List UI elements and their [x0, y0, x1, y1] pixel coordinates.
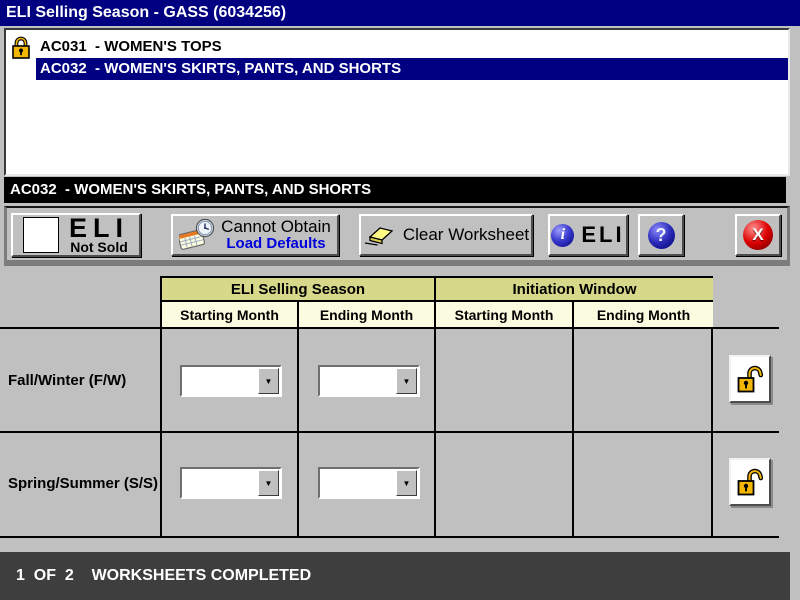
grid-line: [160, 329, 162, 536]
grid-line: [0, 536, 779, 538]
eli-not-sold-button[interactable]: ELI Not Sold: [11, 213, 141, 257]
list-item-ac032[interactable]: AC032 - WOMEN'S SKIRTS, PANTS, AND SHORT…: [6, 58, 788, 80]
row-label-fall-winter: Fall/Winter (F/W): [8, 372, 127, 389]
clear-worksheet-label: Clear Worksheet: [402, 225, 530, 244]
grid-line: [297, 329, 299, 536]
ss-row-lock-button[interactable]: [729, 458, 771, 506]
grid-line: [711, 329, 713, 536]
toolbar: ELI Not Sold Cannot Obtain Load Defaults…: [4, 206, 790, 266]
column-header-init-ending-month: Ending Month: [574, 302, 713, 327]
question-sphere-icon: ?: [647, 221, 675, 249]
cannot-obtain-button[interactable]: Cannot Obtain Load Defaults: [171, 214, 339, 256]
closed-padlock-icon: [6, 36, 36, 59]
clear-worksheet-button[interactable]: Clear Worksheet: [359, 214, 533, 256]
cannot-obtain-line2: Load Defaults: [226, 235, 326, 252]
open-padlock-icon: [737, 365, 764, 394]
window-title: ELI Selling Season - GASS (6034256): [0, 0, 800, 26]
row-label-spring-summer: Spring/Summer (S/S): [8, 475, 159, 492]
eli-not-sold-line1: ELI: [68, 213, 129, 243]
close-button[interactable]: X: [735, 214, 781, 256]
list-item-ac031[interactable]: AC031 - WOMEN'S TOPS: [6, 36, 788, 59]
group-header-initiation-window: Initiation Window: [436, 278, 713, 300]
selected-category-bar: AC032 - WOMEN'S SKIRTS, PANTS, AND SHORT…: [4, 177, 786, 203]
eli-info-label: ELI: [581, 222, 625, 247]
fw-eli-starting-month-combobox[interactable]: ▼: [180, 365, 282, 397]
status-text: 1 OF 2 WORKSHEETS COMPLETED: [16, 567, 312, 584]
close-x-sphere-icon: X: [743, 220, 773, 250]
column-header-init-starting-month: Starting Month: [436, 302, 572, 327]
status-bar: 1 OF 2 WORKSHEETS COMPLETED: [0, 552, 790, 600]
ss-eli-starting-month-combobox[interactable]: ▼: [180, 467, 282, 499]
eraser-icon: [363, 224, 395, 246]
grid-line: [572, 329, 574, 536]
column-header-eli-starting-month: Starting Month: [162, 302, 297, 327]
category-listbox[interactable]: AC031 - WOMEN'S TOPS AC032 - WOMEN'S SKI…: [4, 28, 790, 176]
chevron-down-icon[interactable]: ▼: [396, 470, 417, 496]
keyboard-clock-icon: [179, 218, 215, 252]
fw-eli-ending-month-combobox[interactable]: ▼: [318, 365, 420, 397]
ss-eli-ending-month-combobox[interactable]: ▼: [318, 467, 420, 499]
grid-line: [0, 327, 779, 329]
grid-line: [0, 431, 779, 433]
white-square-icon: [22, 217, 59, 253]
fw-row-lock-button[interactable]: [729, 355, 771, 403]
chevron-down-icon[interactable]: ▼: [258, 470, 279, 496]
open-padlock-icon: [737, 468, 764, 497]
column-header-eli-ending-month: Ending Month: [299, 302, 434, 327]
grid-line: [434, 329, 436, 536]
list-item-label: AC032 - WOMEN'S SKIRTS, PANTS, AND SHORT…: [36, 58, 788, 80]
chevron-down-icon[interactable]: ▼: [258, 368, 279, 394]
eli-not-sold-line2: Not Sold: [70, 239, 128, 255]
list-item-label: AC031 - WOMEN'S TOPS: [40, 38, 222, 55]
chevron-down-icon[interactable]: ▼: [396, 368, 417, 394]
worksheet-header: ELI Selling Season Initiation Window Sta…: [160, 276, 713, 329]
eli-info-button[interactable]: i ELI: [548, 214, 628, 256]
help-button[interactable]: ?: [638, 214, 684, 256]
group-header-eli-selling-season: ELI Selling Season: [162, 278, 434, 300]
info-sphere-icon: i: [551, 223, 575, 247]
cannot-obtain-line1: Cannot Obtain: [221, 217, 331, 236]
